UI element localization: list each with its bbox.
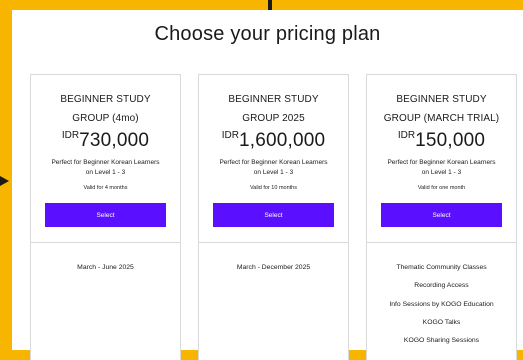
plan-description-line2: on Level 1 - 3 [85,169,126,176]
plan-features: March - June 2025 [31,259,180,277]
pricing-card-2025: BEGINNER STUDY GROUP 2025 IDR1,600,000 P… [198,74,349,360]
plan-description-line2: on Level 1 - 3 [253,169,294,176]
plan-description-line1: Perfect for Beginner Korean Learners [387,159,496,166]
plan-description-line1: Perfect for Beginner Korean Learners [51,159,160,166]
plan-description-line2: on Level 1 - 3 [421,169,462,176]
plan-title: BEGINNER STUDY GROUP (4mo) [35,90,176,128]
plan-price: IDR1,600,000 [199,130,348,152]
plan-description: Perfect for Beginner Korean Learners on … [35,158,176,178]
feature-item: Thematic Community Classes [396,264,487,271]
plan-title: BEGINNER STUDY GROUP (MARCH TRIAL) [371,90,512,128]
feature-item: KOGO Talks [422,318,461,326]
card-header: BEGINNER STUDY GROUP (4mo) IDR730,000 Pe… [31,75,180,243]
price-amount: 150,000 [415,130,486,151]
price-amount: 730,000 [79,130,150,151]
plan-title-line1: BEGINNER STUDY [396,94,487,105]
feature-item: March - June 2025 [77,264,134,271]
price-currency: IDR [221,130,239,141]
plan-description-line1: Perfect for Beginner Korean Learners [219,159,328,166]
plan-description: Perfect for Beginner Korean Learners on … [371,158,512,178]
plan-validity: Valid for one month [417,185,466,191]
plan-validity: Valid for 10 months [250,185,297,191]
plan-title-line1: BEGINNER STUDY [60,94,151,105]
plan-title: BEGINNER STUDY GROUP 2025 [203,90,344,128]
price-currency: IDR [61,130,80,141]
page-title: Choose your pricing plan [154,23,381,45]
select-plan-button[interactable]: Select [45,203,166,227]
plan-title-line1: BEGINNER STUDY [228,94,319,105]
select-plan-button[interactable]: Select [213,203,334,227]
plan-features: March - December 2025 [199,259,348,277]
pricing-panel: Choose your pricing plan BEGINNER STUDY … [12,10,523,360]
plan-features: Thematic Community Classes Recording Acc… [367,259,516,350]
select-plan-button[interactable]: Select [381,203,502,227]
carousel-arrow-icon[interactable] [0,176,9,186]
feature-item: Info Sessions by KOGO Education [389,300,494,308]
card-header: BEGINNER STUDY GROUP 2025 IDR1,600,000 P… [199,75,348,243]
price-currency: IDR [397,130,416,141]
top-divider-marker [268,0,272,10]
pricing-card-4mo: BEGINNER STUDY GROUP (4mo) IDR730,000 Pe… [30,74,181,360]
feature-item: March - December 2025 [236,264,311,271]
plan-title-line2: GROUP (MARCH TRIAL) [383,113,500,124]
price-amount: 1,600,000 [238,130,326,151]
plan-validity: Valid for 4 months [83,185,128,191]
plan-description: Perfect for Beginner Korean Learners on … [203,158,344,178]
card-header: BEGINNER STUDY GROUP (MARCH TRIAL) IDR15… [367,75,516,243]
plan-title-line2: GROUP 2025 [242,113,305,124]
feature-item: Recording Access [414,282,469,290]
plan-price: IDR150,000 [367,130,516,152]
pricing-card-march-trial: BEGINNER STUDY GROUP (MARCH TRIAL) IDR15… [366,74,517,360]
plan-price: IDR730,000 [31,130,180,152]
feature-item: KOGO Sharing Sessions [403,337,480,345]
plan-title-line2: GROUP (4mo) [72,113,139,124]
